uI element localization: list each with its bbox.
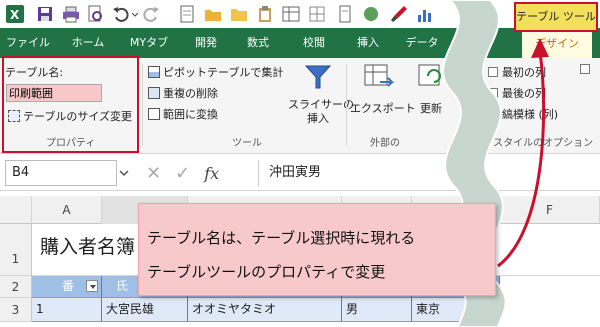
callout-line-1: テーブル名は、テーブル選択時に現れる <box>147 229 416 247</box>
callout-line-2: テーブルツールのプロパティで変更 <box>147 263 386 281</box>
annotation-callout: テーブル名は、テーブル選択時に現れる テーブルツールのプロパティで変更 <box>138 203 496 296</box>
